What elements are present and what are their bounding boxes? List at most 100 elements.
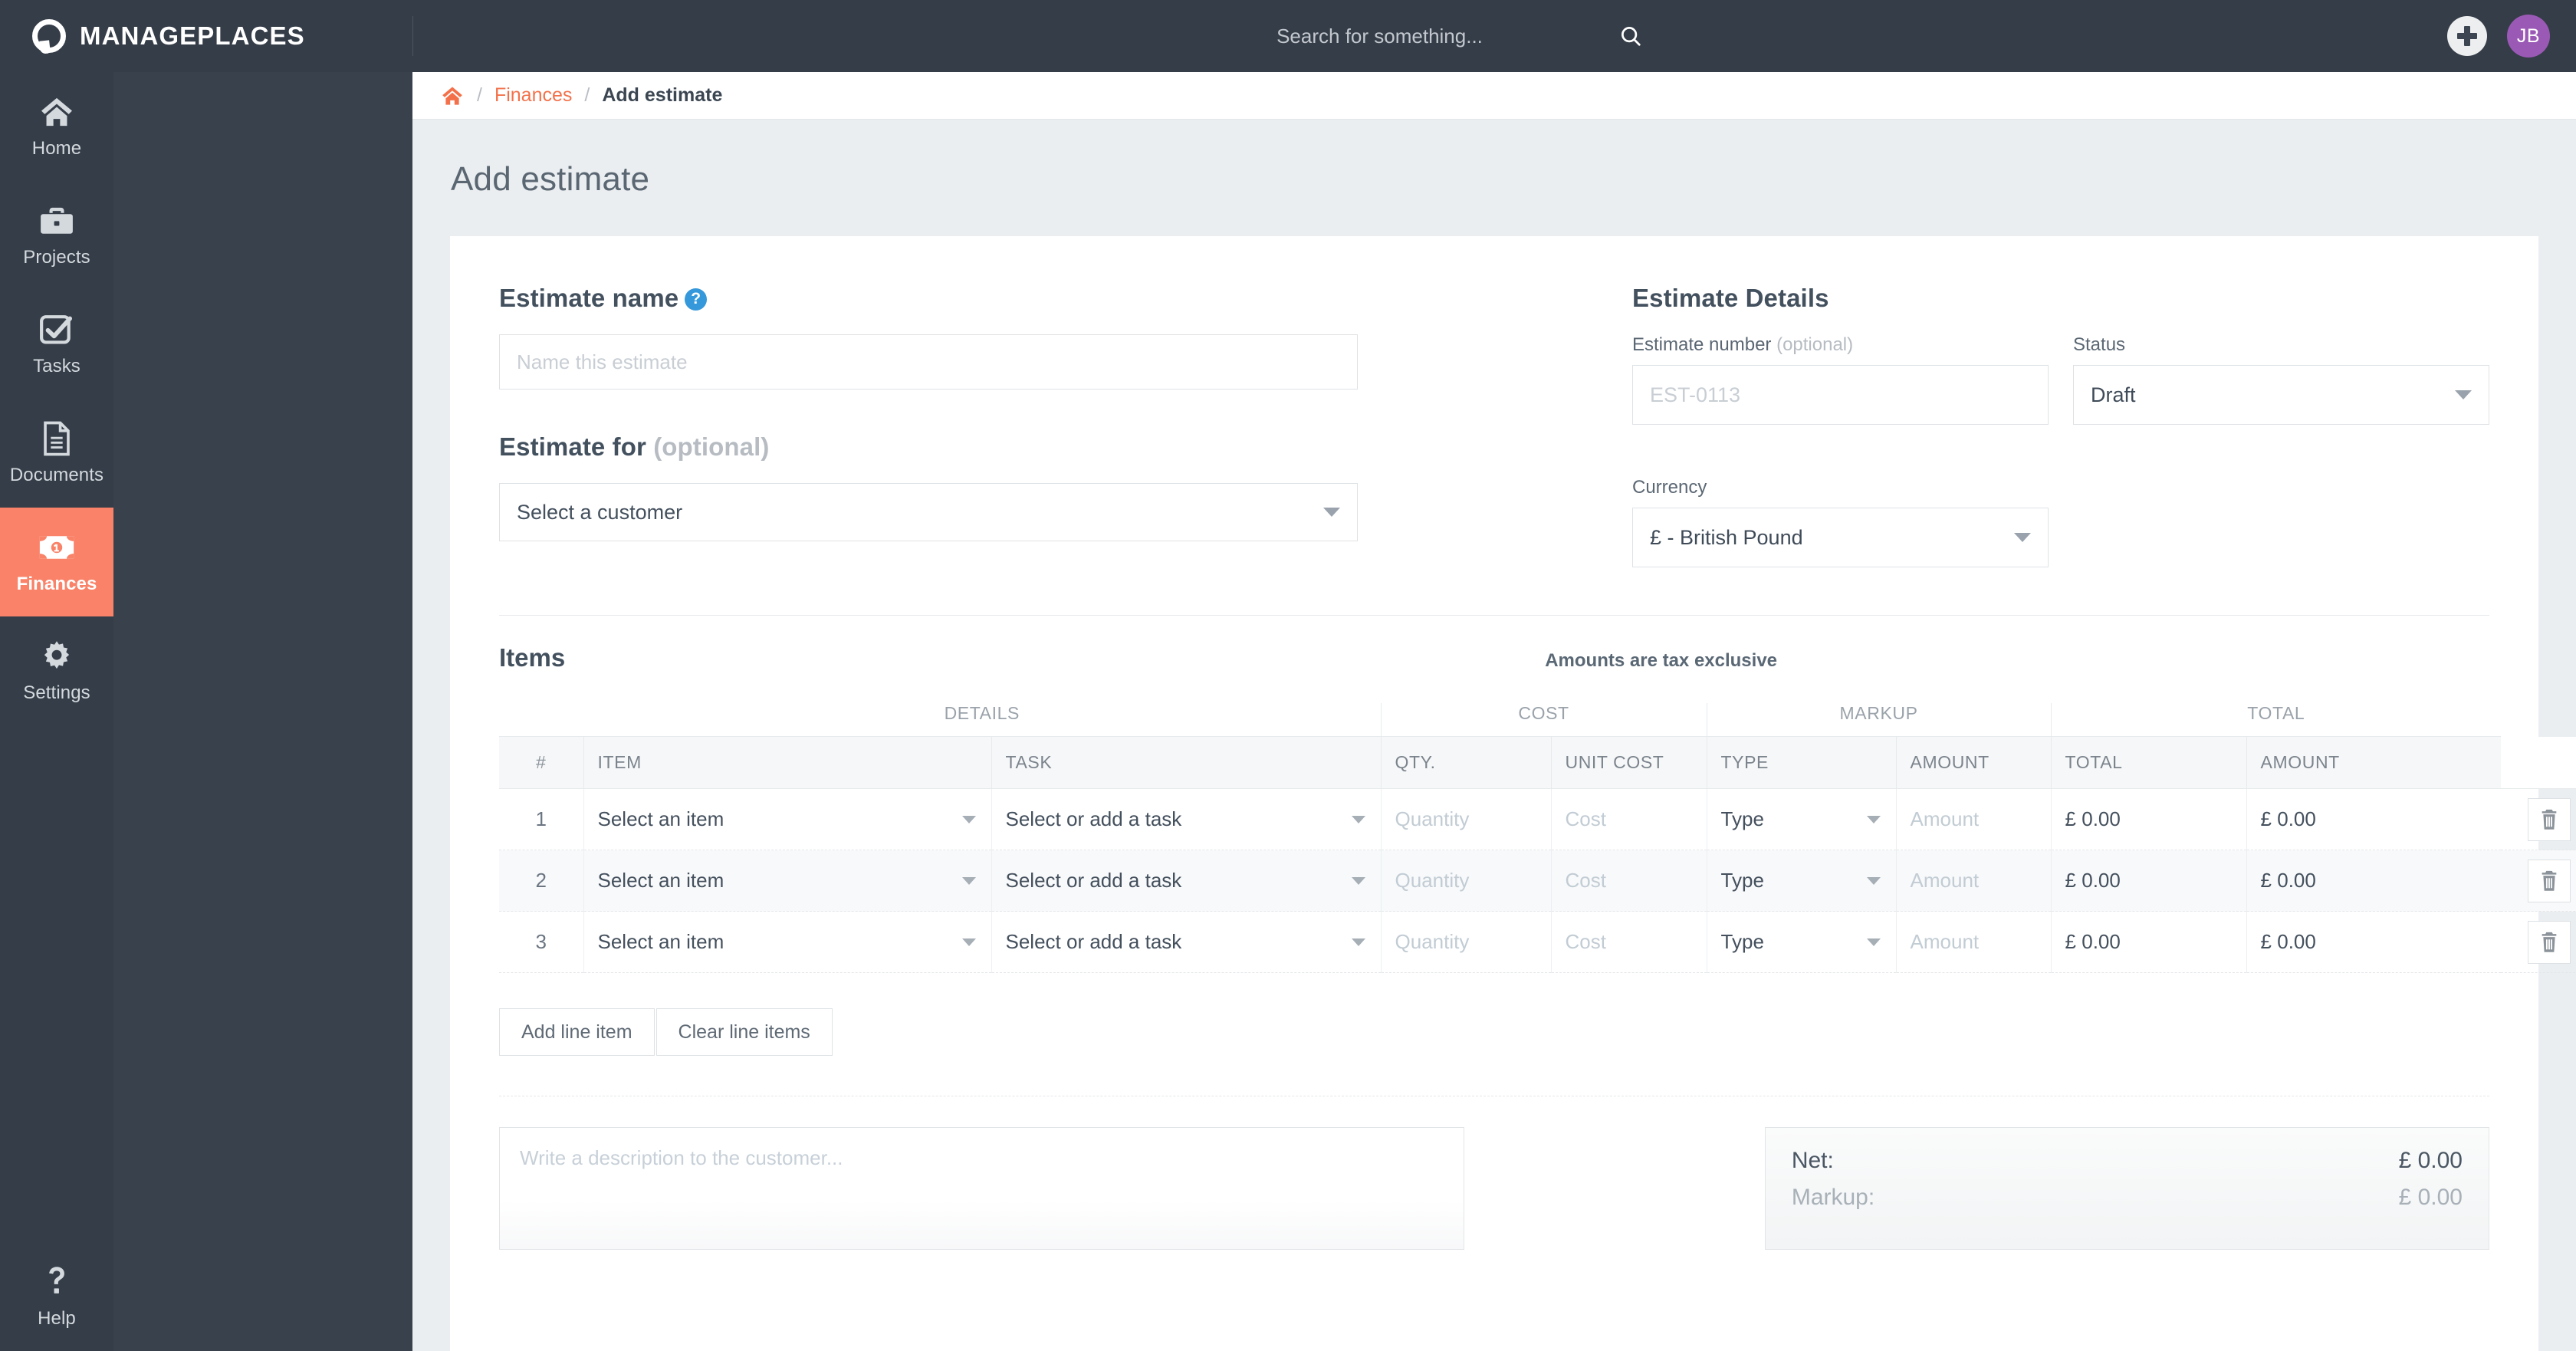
sidebar-item-tasks[interactable]: Tasks: [0, 290, 113, 399]
document-icon: [41, 420, 72, 457]
group-header-details: DETAILS: [583, 703, 1382, 737]
row-qty-cell[interactable]: Quantity: [1380, 911, 1552, 973]
task-select[interactable]: Select or add a task: [1006, 930, 1370, 954]
markup-type-select[interactable]: Type: [1721, 930, 1885, 954]
estimate-number-input-box[interactable]: [1632, 365, 2049, 425]
row-markup-amount-cell[interactable]: Amount: [1895, 788, 2052, 850]
qty-input[interactable]: Quantity: [1395, 930, 1470, 953]
row-markup-total-cell: £ 0.00: [2050, 850, 2247, 912]
item-select-value: Select an item: [597, 807, 724, 830]
unit-cost-input[interactable]: Cost: [1566, 807, 1606, 830]
row-qty-cell[interactable]: Quantity: [1380, 788, 1552, 850]
estimate-name-input[interactable]: [517, 350, 1340, 374]
qty-input[interactable]: Quantity: [1395, 869, 1470, 892]
sidebar-item-label: Projects: [23, 247, 90, 268]
avatar[interactable]: JB: [2507, 15, 2550, 58]
row-task-cell[interactable]: Select or add a task: [991, 850, 1382, 912]
items-table-wrap: DETAILS COST MARKUP TOTAL # ITEM TASK QT…: [450, 672, 2576, 973]
trash-icon: [2542, 932, 2557, 952]
currency-select-value: £ - British Pound: [1650, 525, 1803, 549]
total-amount-value: £ 0.00: [2260, 869, 2316, 892]
total-amount-value: £ 0.00: [2260, 807, 2316, 830]
unit-cost-input[interactable]: Cost: [1566, 869, 1606, 892]
task-select[interactable]: Select or add a task: [1006, 869, 1370, 892]
item-select[interactable]: Select an item: [598, 869, 981, 892]
row-unit-cost-cell[interactable]: Cost: [1550, 911, 1707, 973]
chevron-down-icon: [961, 938, 976, 946]
table-row: 3 Select an item Select or add a task Qu…: [499, 911, 2576, 973]
delete-row-button[interactable]: [2528, 797, 2571, 841]
row-markup-amount-cell[interactable]: Amount: [1895, 911, 2052, 973]
form-right-column: Estimate Details Estimate number (option…: [1613, 284, 2489, 567]
delete-row-button[interactable]: [2528, 859, 2571, 902]
row-number: 1: [499, 788, 583, 850]
search-box[interactable]: [1111, 24, 1648, 48]
row-number: 3: [499, 911, 583, 973]
items-column-header-row: # ITEM TASK QTY. UNIT COST TYPE AMOUNT T…: [499, 736, 2576, 789]
search-icon[interactable]: [1619, 25, 1642, 48]
totals-row-markup: Markup: £ 0.00: [1792, 1185, 2463, 1211]
row-total-amount-cell: £ 0.00: [2246, 788, 2502, 850]
markup-amount-input[interactable]: Amount: [1911, 869, 1980, 892]
sidebar-item-settings[interactable]: Settings: [0, 616, 113, 725]
unit-cost-input[interactable]: Cost: [1566, 930, 1606, 953]
brand-logo-area[interactable]: MANAGEPLACES: [0, 0, 412, 72]
col-header-qty: QTY.: [1380, 736, 1552, 789]
row-item-cell[interactable]: Select an item: [583, 788, 991, 850]
search-input[interactable]: [1111, 24, 1648, 48]
trash-icon: [2542, 870, 2557, 891]
row-item-cell[interactable]: Select an item: [583, 850, 991, 912]
question-circle-icon[interactable]: ?: [685, 288, 708, 311]
markup-type-value: Type: [1720, 930, 1764, 953]
estimate-name-input-box[interactable]: [499, 334, 1358, 390]
delete-row-button[interactable]: [2528, 920, 2571, 964]
chevron-down-icon: [961, 876, 976, 885]
currency-group: Currency £ - British Pound: [1632, 477, 2049, 567]
estimate-for-field-wrap: Select a customer: [499, 483, 1613, 541]
sidebar-item-documents[interactable]: Documents: [0, 399, 113, 508]
item-select-value: Select an item: [597, 869, 724, 892]
add-line-item-button[interactable]: Add line item: [499, 1008, 655, 1056]
col-header-task: TASK: [991, 736, 1382, 789]
item-select[interactable]: Select an item: [598, 930, 981, 954]
customer-select[interactable]: Select a customer: [499, 483, 1358, 541]
add-button[interactable]: [2447, 16, 2487, 56]
markup-type-select[interactable]: Type: [1721, 869, 1885, 892]
row-item-cell[interactable]: Select an item: [583, 911, 991, 973]
row-task-cell[interactable]: Select or add a task: [991, 911, 1382, 973]
markup-amount-input[interactable]: Amount: [1911, 807, 1980, 830]
clear-line-items-button[interactable]: Clear line items: [656, 1008, 833, 1056]
row-markup-total-cell: £ 0.00: [2050, 911, 2247, 973]
sidebar-item-home[interactable]: Home: [0, 72, 113, 181]
qty-input[interactable]: Quantity: [1395, 807, 1470, 830]
estimate-number-input[interactable]: [1650, 383, 2031, 407]
items-table: DETAILS COST MARKUP TOTAL # ITEM TASK QT…: [499, 703, 2576, 973]
items-table-head: DETAILS COST MARKUP TOTAL # ITEM TASK QT…: [499, 703, 2576, 789]
sidebar-item-projects[interactable]: Projects: [0, 181, 113, 290]
markup-type-select[interactable]: Type: [1721, 807, 1885, 831]
markup-amount-input[interactable]: Amount: [1911, 930, 1980, 953]
description-textarea[interactable]: Write a description to the customer...: [499, 1127, 1464, 1250]
breadcrumb-separator: /: [584, 84, 590, 106]
row-type-cell[interactable]: Type: [1706, 911, 1897, 973]
sidebar-item-finances[interactable]: Finances: [0, 508, 113, 616]
row-type-cell[interactable]: Type: [1706, 788, 1897, 850]
status-select[interactable]: Draft: [2073, 365, 2489, 425]
breadcrumb-link-finances[interactable]: Finances: [495, 84, 572, 107]
row-markup-amount-cell[interactable]: Amount: [1895, 850, 2052, 912]
row-unit-cost-cell[interactable]: Cost: [1550, 788, 1707, 850]
col-header-total-amount: AMOUNT: [2246, 736, 2502, 789]
currency-select[interactable]: £ - British Pound: [1632, 508, 2049, 567]
row-qty-cell[interactable]: Quantity: [1380, 850, 1552, 912]
item-select[interactable]: Select an item: [598, 807, 981, 831]
row-task-cell[interactable]: Select or add a task: [991, 788, 1382, 850]
totals-panel: Net: £ 0.00 Markup: £ 0.00: [1764, 1127, 2489, 1250]
home-icon[interactable]: [442, 86, 465, 106]
row-type-cell[interactable]: Type: [1706, 850, 1897, 912]
row-markup-total-cell: £ 0.00: [2050, 788, 2247, 850]
item-select-value: Select an item: [597, 930, 724, 953]
sidebar-item-help[interactable]: Help: [0, 1242, 113, 1351]
row-unit-cost-cell[interactable]: Cost: [1550, 850, 1707, 912]
task-select[interactable]: Select or add a task: [1006, 807, 1370, 831]
secondary-nav-panel: [113, 72, 412, 1351]
